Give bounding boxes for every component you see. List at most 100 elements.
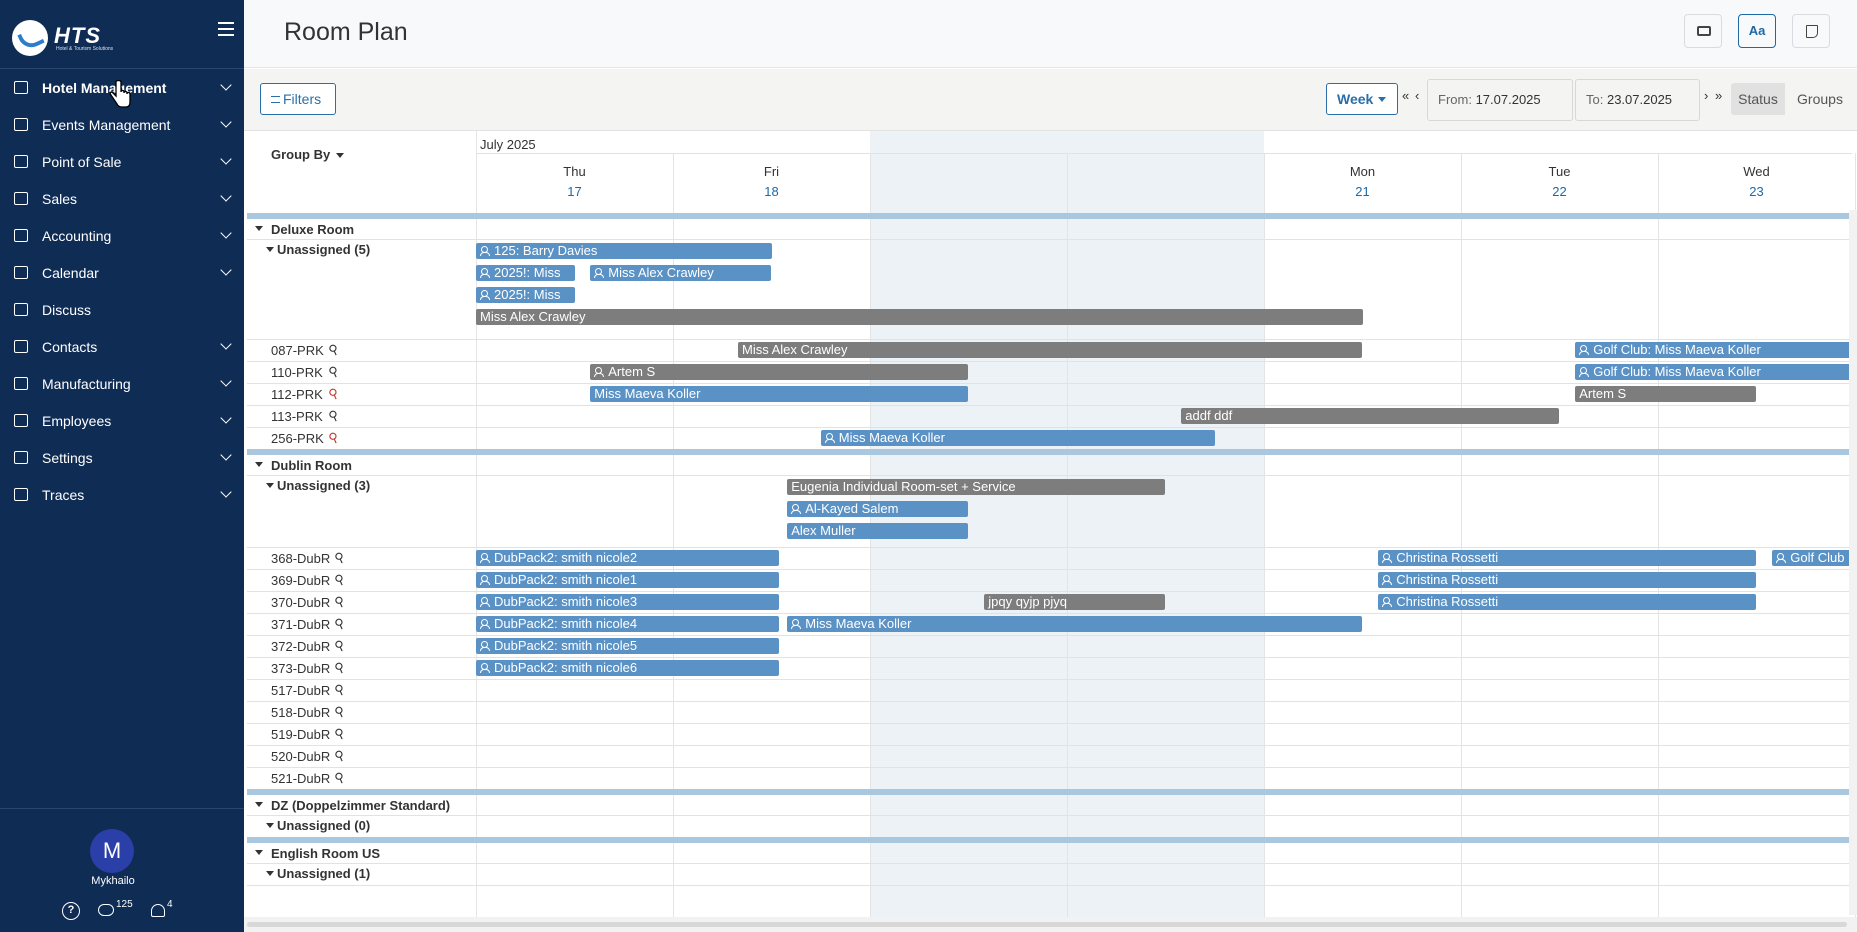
filters-button[interactable]: Filters — [260, 83, 336, 115]
unassigned-label[interactable]: Unassigned (1) — [277, 866, 370, 881]
booking-bar[interactable]: Golf Club: Miss Maeva Koller — [1575, 364, 1852, 380]
sidebar-item-events-management[interactable]: Events Management — [0, 106, 244, 143]
day-number[interactable]: 23 — [1658, 184, 1855, 199]
booking-bar[interactable]: Christina Rossetti — [1378, 572, 1757, 588]
sidebar-item-settings[interactable]: Settings — [0, 439, 244, 476]
room-label[interactable]: 373-DubR — [271, 661, 330, 676]
booking-bar[interactable]: Miss Alex Crawley — [738, 342, 1363, 358]
room-type-label[interactable]: English Room US — [271, 846, 380, 861]
booking-bar[interactable]: Christina Rossetti — [1378, 550, 1757, 566]
booking-bar[interactable]: Eugenia Individual Room-set + Service — [787, 479, 1166, 495]
room-label[interactable]: 369-DubR — [271, 573, 330, 588]
status-toggle[interactable]: Status — [1731, 83, 1785, 115]
booking-bar[interactable]: DubPack2: smith nicole4 — [476, 616, 780, 632]
room-label[interactable]: 372-DubR — [271, 639, 330, 654]
booking-bar[interactable]: DubPack2: smith nicole6 — [476, 660, 780, 676]
font-size-button[interactable]: Aa — [1738, 14, 1776, 48]
sidebar-item-traces[interactable]: Traces — [0, 476, 244, 513]
chevron-down-icon[interactable] — [220, 264, 232, 276]
day-number[interactable]: 22 — [1461, 184, 1658, 199]
booking-bar[interactable]: Miss Maeva Koller — [820, 430, 1215, 446]
booking-bar[interactable]: Miss Alex Crawley — [476, 309, 1363, 325]
room-label[interactable]: 112-PRK — [271, 387, 323, 402]
chevron-down-icon[interactable] — [220, 338, 232, 350]
notes-button[interactable] — [1792, 14, 1830, 48]
collapse-triangle-icon[interactable] — [255, 802, 263, 807]
room-label[interactable]: 110-PRK — [271, 365, 323, 380]
collapse-triangle-icon[interactable] — [266, 247, 274, 252]
booking-bar[interactable]: Miss Maeva Koller — [787, 616, 1363, 632]
booking-bar[interactable]: Artem S — [1575, 386, 1757, 402]
booking-bar[interactable]: DubPack2: smith nicole5 — [476, 638, 780, 654]
room-type-label[interactable]: Deluxe Room — [271, 222, 354, 237]
day-number[interactable]: 17 — [476, 184, 673, 199]
unassigned-label[interactable]: Unassigned (5) — [277, 242, 370, 257]
room-type-label[interactable]: Dublin Room — [271, 458, 352, 473]
room-label[interactable]: 368-DubR — [271, 551, 330, 566]
room-label[interactable]: 520-DubR — [271, 749, 330, 764]
room-label[interactable]: 519-DubR — [271, 727, 330, 742]
booking-bar[interactable]: DubPack2: smith nicole1 — [476, 572, 780, 588]
chevron-down-icon[interactable] — [220, 486, 232, 498]
notifications-icon[interactable]: 4 — [150, 899, 173, 920]
groups-toggle[interactable]: Groups — [1785, 83, 1855, 115]
booking-bar[interactable]: Christina Rossetti — [1378, 594, 1757, 610]
print-button[interactable] — [1684, 14, 1722, 48]
collapse-triangle-icon[interactable] — [266, 871, 274, 876]
room-type-label[interactable]: DZ (Doppelzimmer Standard) — [271, 798, 450, 813]
room-label[interactable]: 518-DubR — [271, 705, 330, 720]
sidebar-item-sales[interactable]: Sales — [0, 180, 244, 217]
prev-period-button[interactable]: ‹ — [1415, 88, 1419, 103]
booking-bar[interactable]: Golf Club: Miss Maeva Koller — [1575, 342, 1852, 358]
avatar[interactable]: M — [90, 829, 134, 873]
to-date-field[interactable]: To: 23.07.2025 — [1575, 79, 1700, 121]
first-period-button[interactable]: « — [1402, 88, 1409, 103]
sidebar-item-contacts[interactable]: Contacts — [0, 328, 244, 365]
chevron-down-icon[interactable] — [220, 375, 232, 387]
chevron-down-icon[interactable] — [220, 190, 232, 202]
vertical-scrollbar[interactable] — [1849, 210, 1857, 915]
menu-toggle-icon[interactable] — [218, 22, 234, 36]
sidebar-item-calendar[interactable]: Calendar — [0, 254, 244, 291]
sidebar-item-point-of-sale[interactable]: Point of Sale — [0, 143, 244, 180]
chevron-down-icon[interactable] — [220, 412, 232, 424]
hts-logo[interactable]: HTS Hotel & Tourism Solutions — [12, 20, 124, 56]
booking-bar[interactable]: DubPack2: smith nicole2 — [476, 550, 780, 566]
booking-bar[interactable]: 2025!: Miss — [476, 287, 575, 303]
collapse-triangle-icon[interactable] — [255, 462, 263, 467]
unassigned-label[interactable]: Unassigned (0) — [277, 818, 370, 833]
collapse-triangle-icon[interactable] — [255, 850, 263, 855]
sidebar-item-manufacturing[interactable]: Manufacturing — [0, 365, 244, 402]
booking-bar[interactable]: addf ddf — [1181, 408, 1560, 424]
booking-bar[interactable]: 125: Barry Davies — [476, 243, 772, 259]
last-period-button[interactable]: » — [1715, 88, 1722, 103]
room-label[interactable]: 256-PRK — [271, 431, 324, 446]
sidebar-item-discuss[interactable]: Discuss — [0, 291, 244, 328]
booking-bar[interactable]: Alex Muller — [787, 523, 969, 539]
help-icon[interactable]: ? — [62, 902, 80, 920]
chevron-down-icon[interactable] — [220, 227, 232, 239]
from-date-field[interactable]: From: 17.07.2025 — [1427, 79, 1573, 121]
next-period-button[interactable]: › — [1704, 88, 1708, 103]
collapse-triangle-icon[interactable] — [266, 483, 274, 488]
booking-bar[interactable]: Golf Club — [1772, 550, 1852, 566]
collapse-triangle-icon[interactable] — [266, 823, 274, 828]
scrollbar-thumb[interactable] — [247, 922, 1847, 927]
booking-bar[interactable]: jpqy qyjp pjyq — [984, 594, 1166, 610]
room-label[interactable]: 521-DubR — [271, 771, 330, 786]
messages-icon[interactable]: 125 — [98, 899, 133, 920]
day-number[interactable]: 21 — [1264, 184, 1461, 199]
room-label[interactable]: 113-PRK — [271, 409, 323, 424]
collapse-triangle-icon[interactable] — [255, 226, 263, 231]
sidebar-item-accounting[interactable]: Accounting — [0, 217, 244, 254]
booking-bar[interactable]: Artem S — [590, 364, 969, 380]
sidebar-item-employees[interactable]: Employees — [0, 402, 244, 439]
unassigned-label[interactable]: Unassigned (3) — [277, 478, 370, 493]
chevron-down-icon[interactable] — [220, 116, 232, 128]
chevron-down-icon[interactable] — [220, 79, 232, 91]
room-label[interactable]: 517-DubR — [271, 683, 330, 698]
booking-bar[interactable]: Miss Maeva Koller — [590, 386, 969, 402]
booking-bar[interactable]: Miss Alex Crawley — [590, 265, 772, 281]
chevron-down-icon[interactable] — [220, 153, 232, 165]
booking-bar[interactable]: 2025!: Miss — [476, 265, 575, 281]
